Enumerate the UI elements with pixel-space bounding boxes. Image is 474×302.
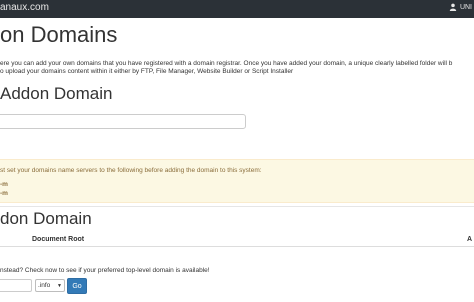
site-brand[interactable]: anaux.com [0,2,49,13]
intro-line-1: ere you can add your own domains that yo… [0,60,453,67]
tld-select[interactable]: .info ▼ [35,279,65,292]
page-title: on Domains [0,22,118,47]
user-icon [449,3,457,11]
list-section-title: don Domain [0,209,92,228]
column-header-document-root: Document Root [32,236,85,243]
intro-text: ere you can add your own domains that yo… [0,60,452,76]
user-name: UNI [459,3,472,11]
tld-selected-value: .info [38,282,51,289]
column-header-actions: A [467,236,473,243]
create-section-title: Addon Domain [0,84,113,103]
tld-check-text: nstead? Check now to see if your preferr… [0,267,210,274]
nameserver-2: -m [0,190,8,197]
domain-input[interactable] [0,114,246,129]
notice-text: st set your domains name servers to the … [0,167,262,174]
nameserver-notice: st set your domains name servers to the … [0,159,474,203]
go-button[interactable]: Go [67,278,87,294]
top-navbar: anaux.com UNI [0,0,474,18]
table-header-rule [0,246,474,247]
chevron-down-icon: ▼ [57,282,62,289]
domain-name-field[interactable] [0,279,32,292]
user-menu[interactable]: UNI [449,3,472,11]
section-divider [0,206,474,207]
nameserver-1: -m [0,181,8,188]
intro-line-2: o upload your domains content within it … [0,68,294,75]
